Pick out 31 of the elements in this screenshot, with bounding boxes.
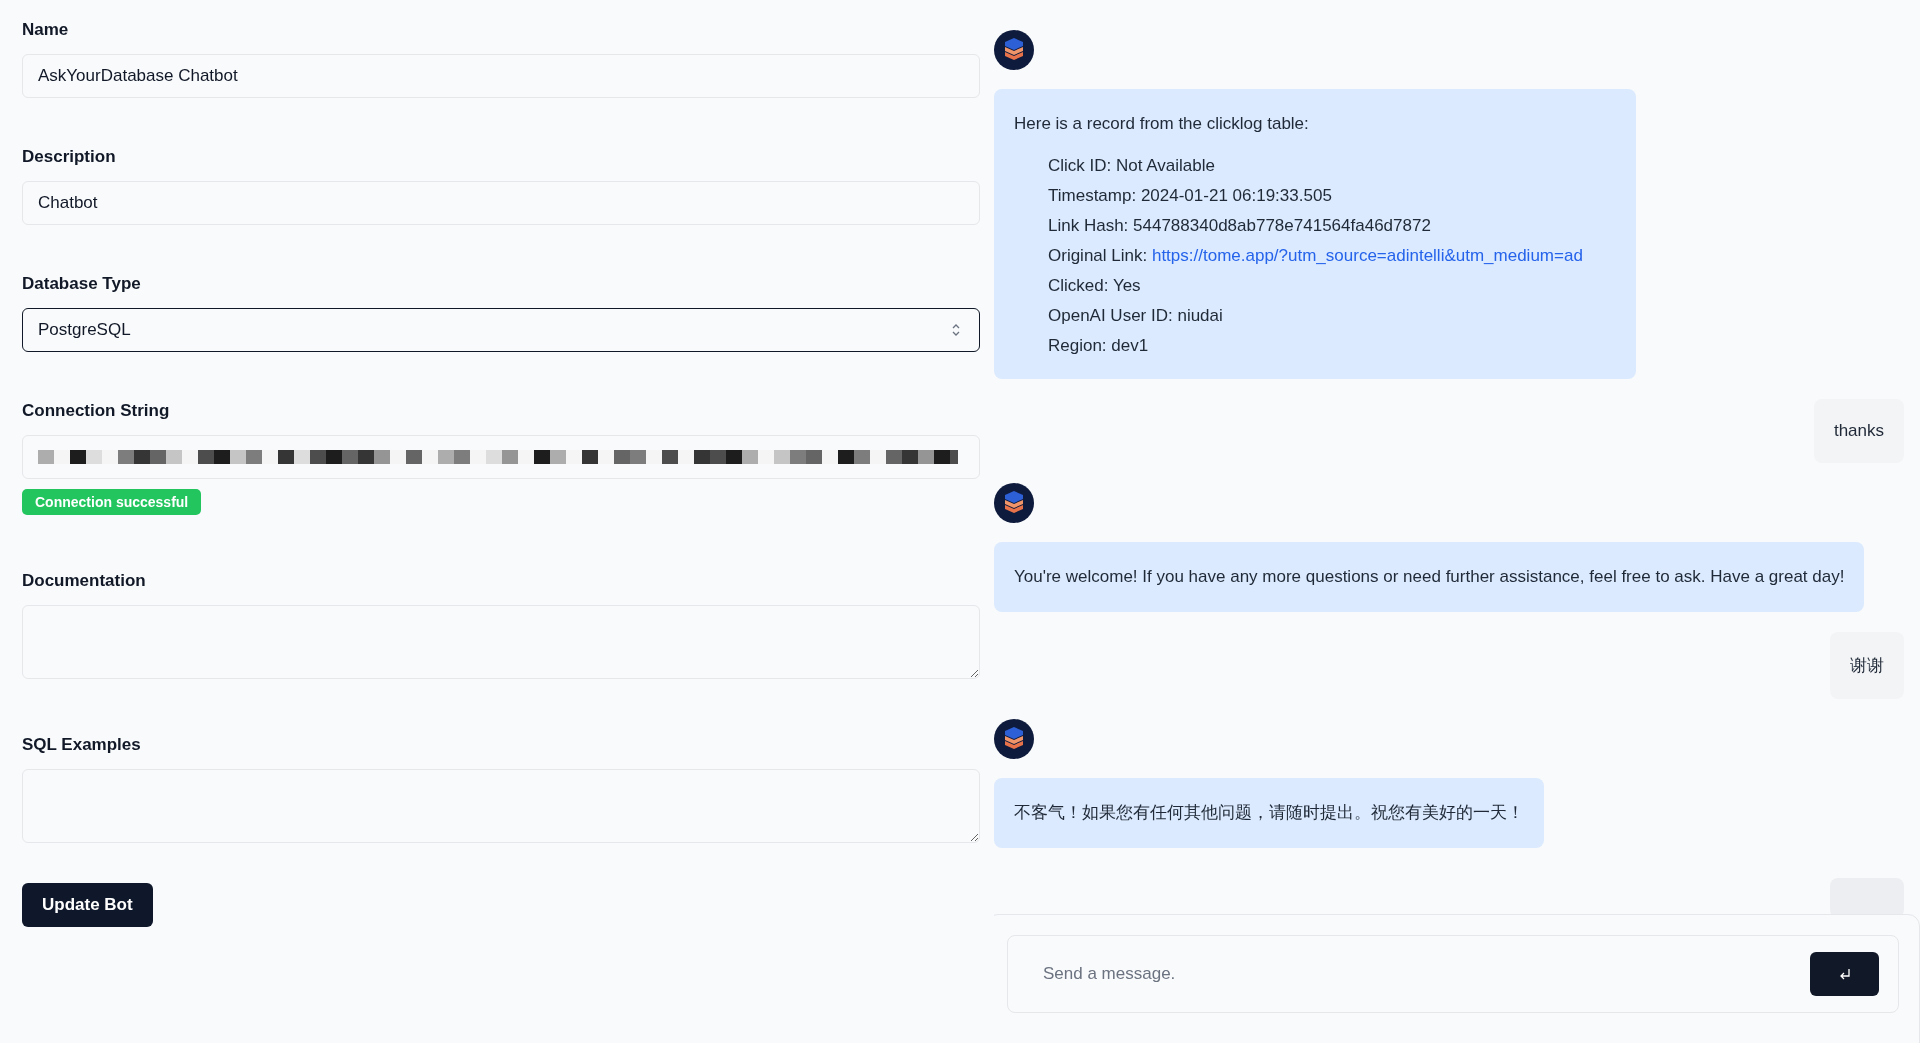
record-field: OpenAI User ID: niudai	[1048, 305, 1616, 327]
send-button[interactable]	[1810, 952, 1879, 996]
message-text: 谢谢	[1850, 656, 1884, 675]
message-field[interactable]: Send a message.	[1007, 935, 1899, 1013]
message-text: 不客气！如果您有任何其他问题，请随时提出。祝您有美好的一天！	[1014, 802, 1524, 824]
record-field: Click ID: Not Available	[1048, 155, 1616, 177]
message-text: thanks	[1833, 421, 1884, 440]
record-field: Clicked: Yes	[1048, 275, 1616, 297]
select-field[interactable]: PostgreSQL	[22, 308, 980, 352]
database-stack-icon	[994, 483, 1034, 523]
record-field: Link Hash: 544788340d8ab778e741564fa46d7872	[1048, 215, 1616, 237]
field-label: SQL Examples	[22, 735, 142, 755]
record-field: Region: dev1	[1048, 335, 1616, 357]
text-field[interactable]: Chatbot	[22, 181, 980, 225]
connection-string-field[interactable]	[22, 435, 980, 479]
field-label: Documentation	[22, 571, 147, 591]
database-stack-icon	[994, 30, 1034, 70]
update-bot-button[interactable]: Update Bot	[22, 883, 153, 927]
record-field: Original Link: https://tome.app/?utm_source=adintelli&utm_medium=ad	[1048, 245, 1616, 267]
message-text: You're welcome! If you have any more questions or need further assistance, feel free to ask. Have a great day!	[1014, 566, 1845, 588]
status-badge: Connection successful	[22, 489, 202, 515]
link[interactable]: https://tome.app/?utm_source=adintelli&utm_medium=ad	[1151, 246, 1583, 265]
field-label: Database Type	[22, 274, 142, 294]
record-field: Timestamp: 2024-01-21 06:19:33.505	[1048, 185, 1616, 207]
field-label: Description	[22, 147, 117, 167]
field-label: Connection String	[22, 401, 171, 421]
field-label: Name	[22, 20, 70, 40]
message-text: Here is a record from the clicklog table:	[1014, 113, 1310, 135]
chevron-updown-icon	[951, 323, 961, 337]
database-stack-icon	[994, 719, 1034, 759]
text-field[interactable]: AskYourDatabase Chatbot	[22, 54, 980, 98]
